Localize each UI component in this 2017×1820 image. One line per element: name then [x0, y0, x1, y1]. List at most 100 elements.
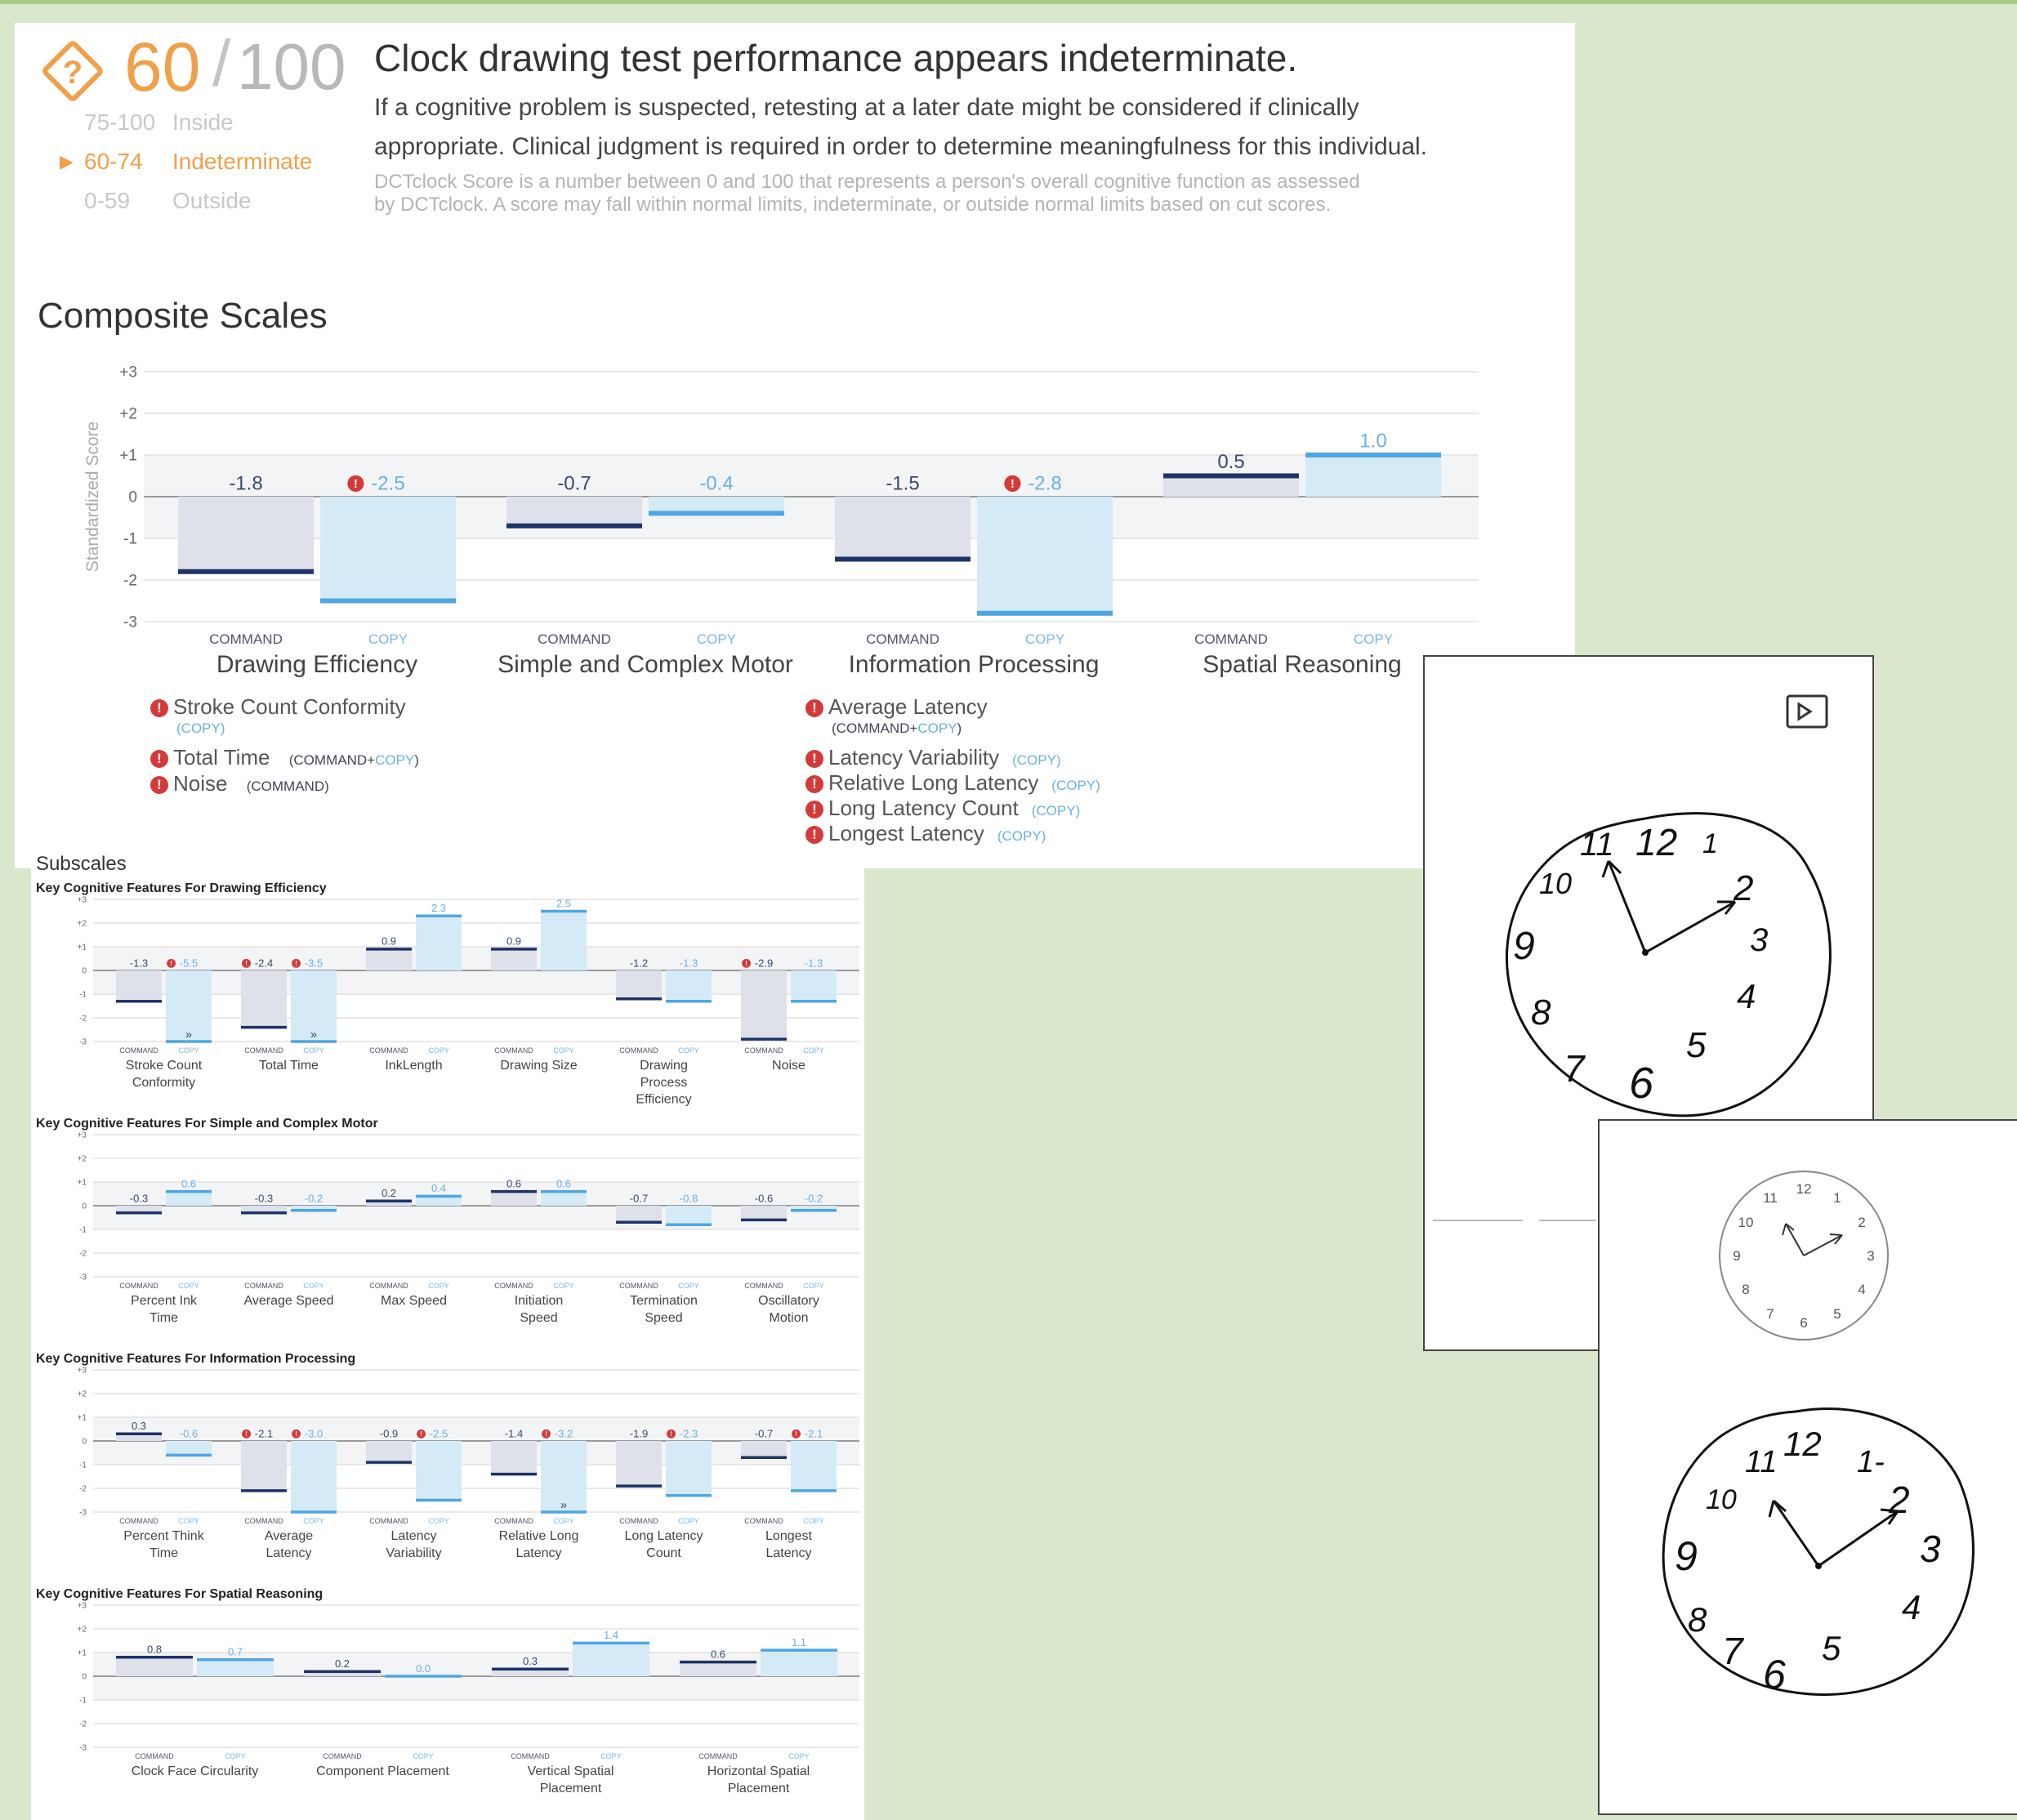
flag-item: ! Latency Variability (COPY): [805, 745, 1214, 770]
y-tick-label: -2: [79, 1720, 87, 1729]
command-tag: COMMAND: [369, 1517, 408, 1525]
copy-tag: COPY: [225, 1752, 246, 1760]
clock-number: 11: [1763, 1190, 1778, 1206]
svg-text:4: 4: [1737, 977, 1756, 1015]
command-bar: [366, 948, 412, 970]
clock-number: 9: [1733, 1248, 1740, 1264]
command-bar: [491, 1441, 537, 1474]
value-label: -3.5: [305, 957, 323, 969]
command-bar: [680, 1662, 756, 1676]
value-label: 0.0: [416, 1662, 431, 1675]
copy-tag: COPY: [553, 1282, 574, 1290]
command-bar: [616, 1206, 662, 1223]
copy-tag: COPY: [303, 1282, 324, 1290]
category-label: Clock Face Circularity: [132, 1764, 259, 1778]
y-tick-label: -1: [79, 991, 87, 1000]
copy-tag: COPY: [1354, 631, 1393, 647]
copy-bar: [320, 497, 456, 601]
alert-icon: !: [150, 750, 168, 769]
category-label: Initiation: [515, 1294, 564, 1308]
off-scale-chevron-icon: »: [310, 1028, 317, 1042]
copy-tag: COPY: [303, 1517, 324, 1525]
command-bar: [835, 497, 971, 560]
svg-text:9: 9: [1513, 925, 1535, 968]
y-tick-label: +1: [119, 448, 137, 465]
alert-icon: !: [805, 775, 823, 794]
svg-text:9: 9: [1675, 1533, 1698, 1579]
alert-mark: !: [1011, 478, 1015, 491]
value-label: 0.6: [506, 1177, 521, 1189]
subscales-charts: +3 +2 +1 0 -1 -2 -3 -1.3 COMMAND -5.5! » COPY Stroke…: [36, 881, 859, 1795]
y-tick-label: -3: [79, 1274, 87, 1282]
value-label: -1.4: [505, 1427, 523, 1439]
copy-bar: [166, 1441, 212, 1456]
value-label: -1.8: [229, 473, 262, 495]
command-tag: COMMAND: [744, 1282, 783, 1290]
copy-bar: [1305, 455, 1441, 497]
y-tick-label: -3: [79, 1744, 87, 1753]
category-label: Percent Think: [123, 1529, 204, 1543]
category-label: Count: [646, 1546, 681, 1560]
value-label: -2.1: [255, 1427, 273, 1439]
command-tag: COMMAND: [744, 1517, 783, 1525]
copy-bar: [291, 1441, 337, 1512]
flag-tags: (COPY): [176, 720, 225, 736]
svg-text:11: 11: [1580, 827, 1614, 863]
y-tick-label: +2: [78, 920, 87, 929]
flag-item: ! Total Time (COMMAND+COPY): [150, 745, 559, 771]
value-label: -1.3: [805, 957, 823, 969]
value-label: 0.6: [181, 1177, 196, 1189]
copy-tag: COPY: [413, 1752, 434, 1760]
category-label: Motion: [769, 1311, 808, 1325]
svg-text:7: 7: [1722, 1630, 1744, 1672]
clock-number: 7: [1766, 1306, 1774, 1322]
svg-text:4: 4: [1902, 1588, 1921, 1626]
command-tag: COMMAND: [698, 1752, 738, 1760]
y-tick-label: -1: [79, 1226, 87, 1235]
y-tick-label: +3: [78, 1367, 87, 1376]
category-label: Vertical Spatial: [528, 1764, 614, 1778]
copy-tag: COPY: [803, 1282, 824, 1290]
category-label: Drawing Efficiency: [216, 651, 417, 678]
off-scale-chevron-icon: »: [185, 1028, 192, 1042]
clock-number: 8: [1742, 1282, 1749, 1297]
category-label: Information Processing: [849, 651, 1100, 678]
value-label: -0.2: [305, 1192, 323, 1204]
value-label: -1.3: [130, 957, 148, 969]
alert-mark: !: [170, 960, 172, 967]
value-label: -0.4: [699, 473, 733, 495]
copy-tag: COPY: [553, 1046, 574, 1055]
category-label: Component Placement: [316, 1764, 449, 1778]
alert-icon: !: [805, 750, 823, 769]
svg-text:11: 11: [1745, 1445, 1777, 1479]
svg-text:10: 10: [1539, 867, 1572, 900]
y-tick-label: +1: [78, 1414, 87, 1423]
y-tick-label: +2: [78, 1626, 87, 1635]
value-label: 2.3: [431, 902, 446, 914]
command-bar: [178, 497, 314, 572]
flag-item: ! Relative Long Latency (COPY): [805, 770, 1214, 796]
command-bar: [241, 970, 287, 1028]
alert-mark: !: [354, 478, 358, 491]
alert-mark: !: [245, 1430, 248, 1438]
copy-bar: [573, 1643, 649, 1676]
category-label: Latency: [765, 1546, 811, 1560]
command-tag: COMMAND: [323, 1752, 362, 1760]
category-label: Average: [265, 1529, 313, 1543]
svg-text:1-: 1-: [1857, 1445, 1885, 1479]
value-label: 0.6: [711, 1648, 725, 1660]
category-label: InkLength: [385, 1059, 442, 1073]
svg-text:2: 2: [1733, 868, 1753, 908]
command-bar: [1163, 475, 1299, 497]
alert-mark: !: [420, 1430, 422, 1438]
category-label: Oscillatory: [758, 1294, 819, 1308]
alert-icon: !: [805, 699, 823, 718]
value-label: -2.9: [755, 957, 773, 969]
y-tick-label: -1: [79, 1697, 87, 1706]
value-label: -0.9: [380, 1427, 398, 1439]
command-tag: COMMAND: [244, 1046, 283, 1055]
value-label: -0.6: [755, 1192, 773, 1204]
clock-number: 12: [1796, 1181, 1812, 1197]
value-label: -3.2: [555, 1427, 573, 1439]
command-tag: COMMAND: [538, 631, 611, 647]
